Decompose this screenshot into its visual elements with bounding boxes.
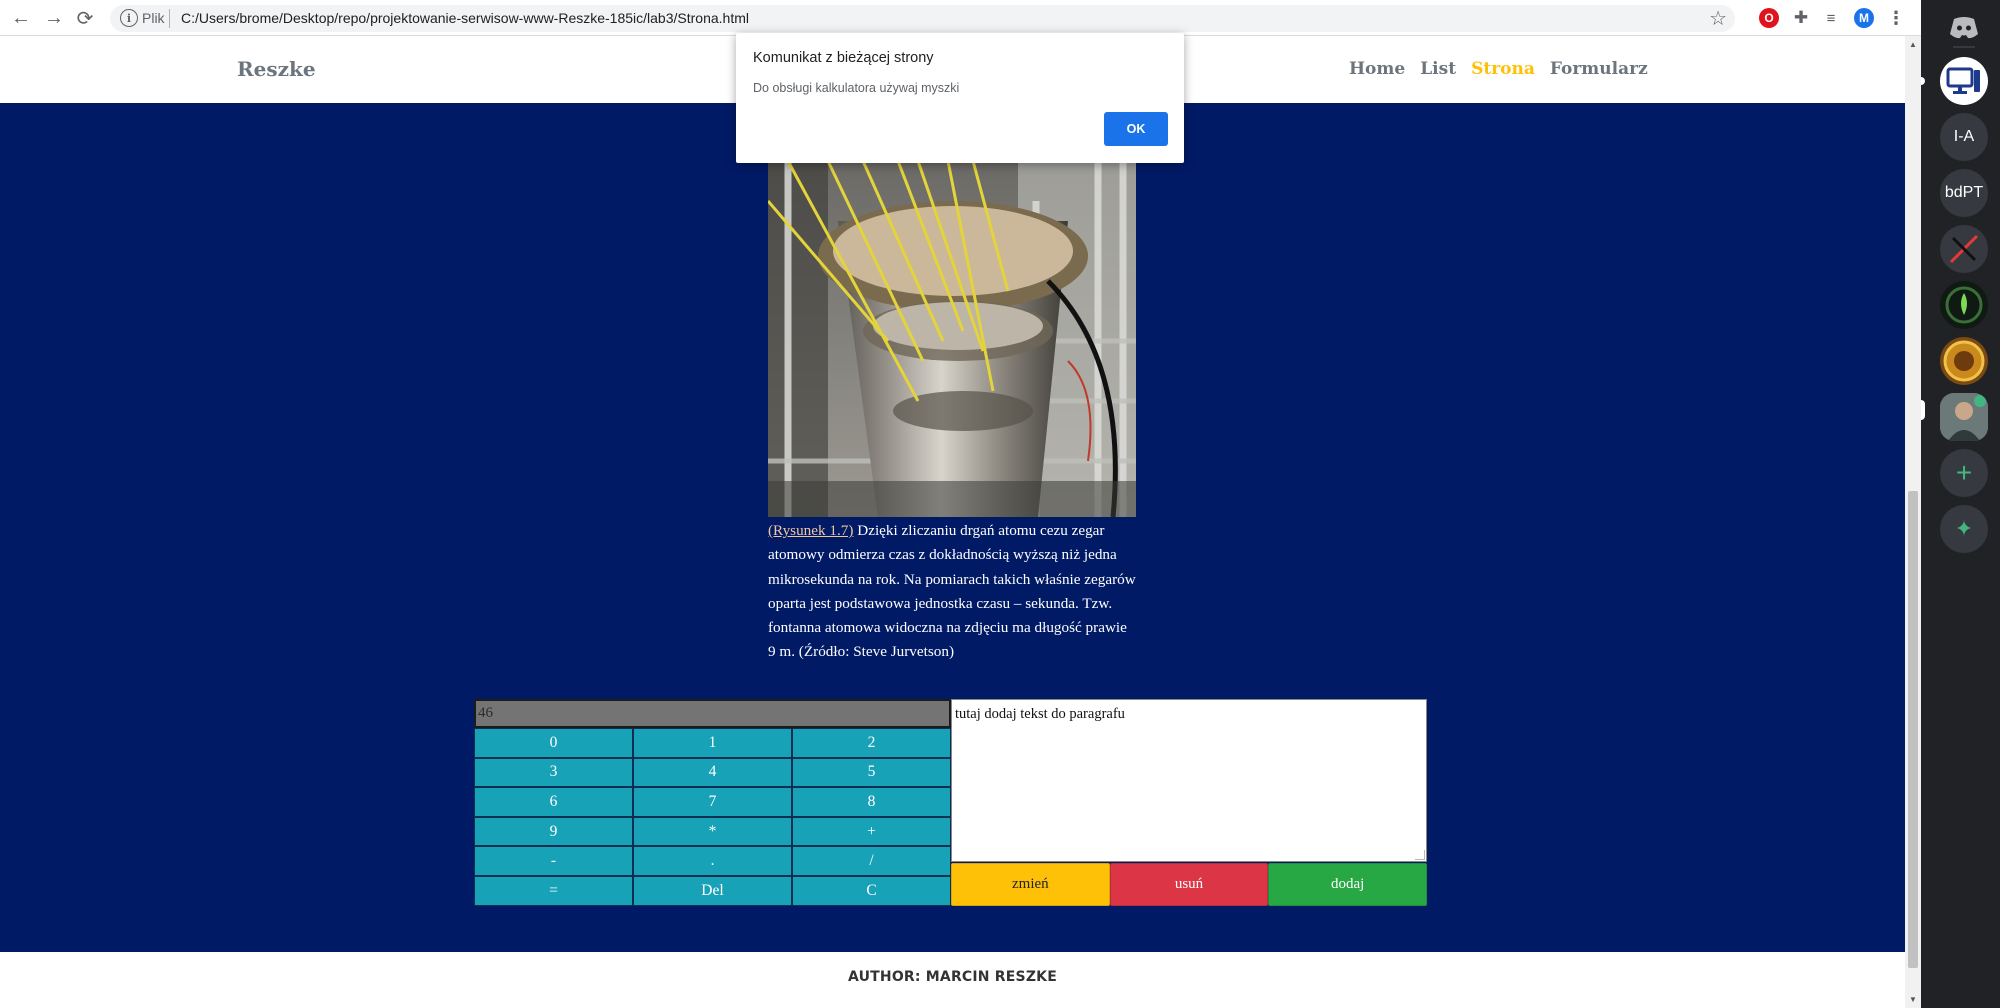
alert-ok-button[interactable]: OK	[1104, 112, 1168, 146]
calc-key-equals[interactable]: =	[474, 875, 633, 906]
nav-link-formularz[interactable]: Formularz	[1550, 59, 1648, 79]
info-icon[interactable]: i	[120, 9, 138, 27]
alert-message: Do obsługi kalkulatora używaj myszki	[753, 81, 960, 95]
forward-icon[interactable]: →	[40, 6, 68, 30]
calc-key-divide[interactable]: /	[792, 846, 951, 876]
calc-key-4[interactable]: 4	[633, 757, 792, 788]
server-gold-icon[interactable]	[1940, 337, 1988, 385]
alert-dialog: Komunikat z bieżącej strony Do obsługi k…	[736, 33, 1184, 163]
figure-caption: (Rysunek 1.7) Dzięki zliczaniu drgań ato…	[768, 519, 1138, 665]
server-avatar-icon[interactable]	[1940, 393, 1988, 441]
add-server-icon[interactable]: +	[1940, 449, 1988, 497]
calc-key-7[interactable]: 7	[633, 787, 792, 817]
calc-key-5[interactable]: 5	[792, 757, 951, 788]
alert-title: Komunikat z bieżącej strony	[753, 50, 934, 66]
calc-key-1[interactable]: 1	[633, 728, 792, 758]
paragraph-textarea-value: tutaj dodaj tekst do paragrafu	[955, 706, 1125, 722]
calc-key-9[interactable]: 9	[474, 816, 633, 847]
calculator: 46 0 1 2 3 4 5 6 7 8 9 * + - . / = Del C	[474, 699, 951, 906]
figure-caption-text: Dzięki zliczaniu drgań atomu cezu zegar …	[768, 522, 1136, 661]
app-sidebar: I-A bdPT + ✦	[1921, 0, 2000, 1008]
opera-extension-icon[interactable]: O	[1759, 8, 1779, 28]
url-text[interactable]: C:/Users/brome/Desktop/repo/projektowani…	[181, 10, 749, 26]
calc-key-0[interactable]: 0	[474, 728, 633, 758]
scroll-down-icon[interactable]: ▼	[1909, 995, 1917, 1004]
calc-key-3[interactable]: 3	[474, 757, 633, 788]
calc-key-6[interactable]: 6	[474, 787, 633, 817]
browser-toolbar: ← → ⟳ i Plik C:/Users/brome/Desktop/repo…	[0, 0, 1921, 36]
calc-key-8[interactable]: 8	[792, 787, 951, 817]
discord-icon[interactable]	[1940, 4, 1988, 52]
calc-key-dot[interactable]: .	[633, 846, 792, 876]
server-desktop-icon[interactable]	[1940, 57, 1988, 105]
nav-link-list[interactable]: List	[1420, 59, 1456, 79]
server-swords-icon[interactable]	[1940, 225, 1988, 273]
calculator-display[interactable]: 46	[474, 699, 951, 728]
calc-key-delete[interactable]: Del	[633, 875, 792, 906]
calc-key-clear[interactable]: C	[792, 875, 951, 906]
back-icon[interactable]: ←	[7, 6, 35, 30]
nav-link-strona[interactable]: Strona	[1471, 59, 1535, 79]
figure-link[interactable]: (Rysunek 1.7)	[768, 522, 853, 539]
sidebar-separator	[1953, 46, 1975, 48]
address-divider	[169, 9, 170, 28]
bookmark-star-icon[interactable]: ☆	[1709, 6, 1727, 31]
resize-grip-icon[interactable]	[1415, 850, 1425, 860]
server-bdpt[interactable]: bdPT	[1940, 169, 1988, 217]
profile-avatar[interactable]: M	[1854, 8, 1874, 28]
footer-author: AUTHOR: MARCIN RESZKE	[847, 969, 1057, 985]
scrollbar-thumb[interactable]	[1908, 491, 1918, 968]
site-nav: Home List Strona Formularz	[1349, 59, 1648, 79]
server-green-icon[interactable]	[1940, 281, 1988, 329]
site-logo[interactable]: Reszke	[237, 57, 316, 81]
extensions-puzzle-icon[interactable]: ✚	[1791, 8, 1811, 28]
add-button[interactable]: dodaj	[1268, 863, 1428, 906]
page-scrollbar[interactable]: ▲ ▼	[1905, 36, 1921, 1008]
calc-key-minus[interactable]: -	[474, 846, 633, 876]
reload-icon[interactable]: ⟳	[71, 6, 99, 30]
change-button[interactable]: zmień	[951, 863, 1110, 906]
server-selected-pill	[1921, 400, 1925, 420]
page-viewport: Reszke Home List Strona Formularz (Rysun…	[0, 36, 1905, 1008]
paragraph-textarea[interactable]: tutaj dodaj tekst do paragrafu	[951, 699, 1427, 862]
browser-menu-icon[interactable]: ⋮	[1886, 8, 1906, 28]
site-footer: AUTHOR: MARCIN RESZKE	[0, 952, 1905, 1008]
reading-list-icon[interactable]: ≡	[1821, 8, 1841, 28]
server-unread-pill	[1921, 77, 1925, 85]
scroll-up-icon[interactable]: ▲	[1909, 40, 1917, 49]
remove-button[interactable]: usuń	[1109, 863, 1269, 906]
atomic-fountain-photo	[768, 161, 1136, 517]
calc-key-multiply[interactable]: *	[633, 816, 792, 847]
url-scheme-label: Plik	[142, 10, 165, 26]
nav-link-home[interactable]: Home	[1349, 59, 1405, 79]
server-i-a[interactable]: I-A	[1940, 113, 1988, 161]
calc-key-2[interactable]: 2	[792, 728, 951, 758]
paragraph-buttons: zmień usuń dodaj	[951, 863, 1428, 906]
calc-key-plus[interactable]: +	[792, 816, 951, 847]
explore-servers-icon[interactable]: ✦	[1940, 505, 1988, 553]
main-content: (Rysunek 1.7) Dzięki zliczaniu drgań ato…	[0, 103, 1905, 952]
calculator-keypad: 0 1 2 3 4 5 6 7 8 9 * + - . / = Del C	[474, 728, 951, 906]
address-bar[interactable]: i Plik C:/Users/brome/Desktop/repo/proje…	[110, 5, 1735, 32]
